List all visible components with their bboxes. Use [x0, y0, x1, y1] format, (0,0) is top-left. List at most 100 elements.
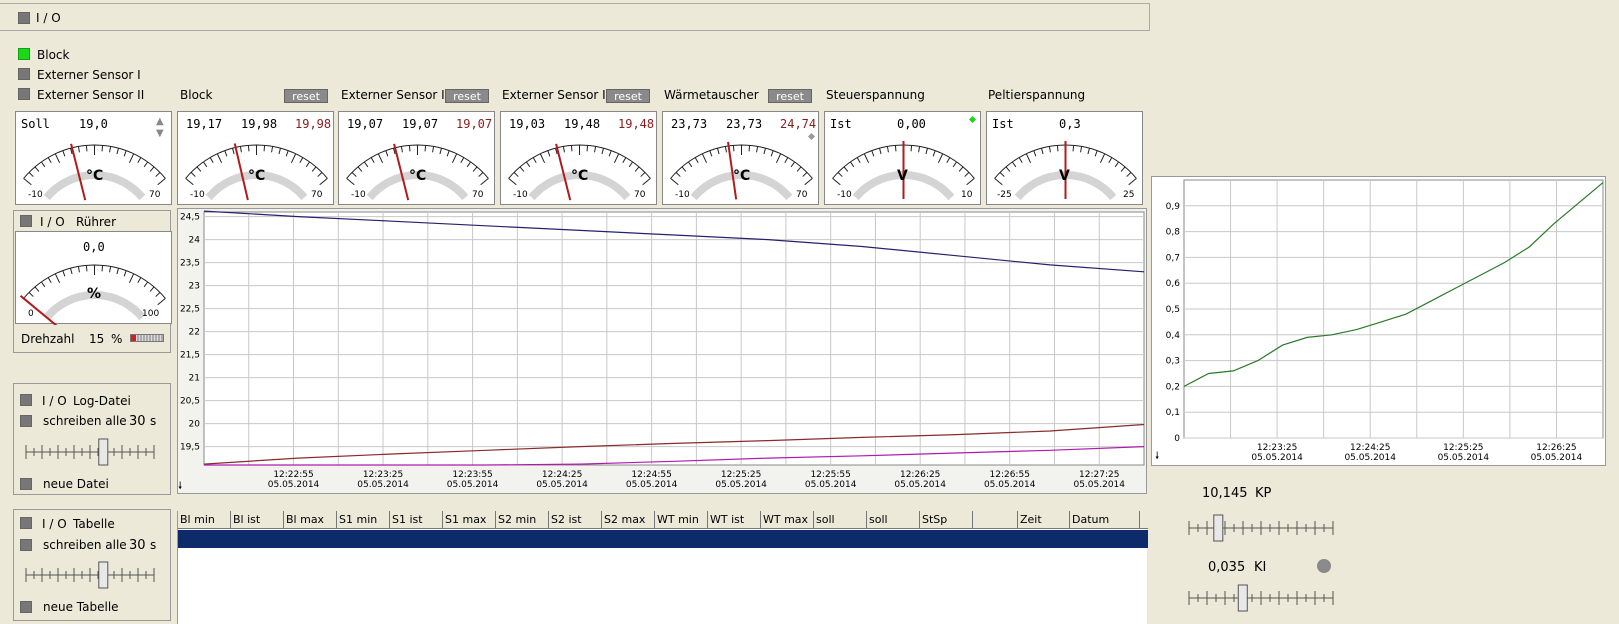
gauge-min-value: 19,03	[509, 117, 546, 131]
tabelle-schreiben-led[interactable]	[20, 539, 32, 551]
gauge-prefix: Ist	[830, 117, 852, 131]
table-column-header[interactable]: S2 max	[602, 511, 655, 528]
reset-button-block[interactable]: reset	[284, 89, 328, 103]
tabelle-io-led[interactable]	[20, 517, 32, 529]
gauge-tick	[116, 268, 119, 275]
log-interval-slider[interactable]	[22, 436, 158, 468]
y-tick-label: 0,1	[1166, 408, 1180, 418]
gauge-tick	[232, 148, 235, 155]
table-column-header[interactable]: StSp	[920, 511, 973, 528]
table-column-header[interactable]: S1 max	[443, 511, 496, 528]
y-tick-label: 23	[189, 282, 200, 292]
slider-thumb[interactable]	[1213, 514, 1224, 542]
table-column-header[interactable]: WT ist	[708, 511, 761, 528]
table-column-header[interactable]: WT max	[761, 511, 814, 528]
x-tick-label: 12:24:25	[542, 470, 582, 480]
gauge-wt: 23,73 23,73 24,74 °C -10 70	[662, 111, 819, 205]
x-tick-label: 12:26:25	[1536, 443, 1576, 453]
y-tick-label: 24	[189, 236, 201, 246]
table-row[interactable]	[178, 530, 1148, 548]
scroll-down-icon[interactable]: 🠗	[1155, 449, 1159, 466]
gauge-tick	[54, 273, 61, 284]
sensor-label-ext1: Externer Sensor I	[37, 68, 141, 82]
io-led[interactable]	[18, 12, 30, 24]
gauge-tick	[1108, 157, 1113, 163]
x-tick-date: 05.05.2014	[268, 480, 320, 490]
gauge-tick	[40, 281, 46, 288]
neue-datei-led[interactable]	[20, 478, 32, 490]
gauge-min: -10	[837, 190, 852, 200]
table-column-header[interactable]: S2 ist	[549, 511, 602, 528]
gauge-tick	[137, 157, 142, 163]
x-tick-label: 12:23:25	[1257, 443, 1297, 453]
table-column-header[interactable]: soll	[867, 511, 920, 528]
gauge-tick	[263, 145, 266, 152]
gauge-needle	[555, 143, 572, 201]
header-ext1: Externer Sensor I	[341, 88, 445, 102]
gauge-min-value: 19,07	[347, 117, 384, 131]
gauge-tick	[155, 292, 161, 297]
ki-label: KI	[1254, 560, 1267, 575]
gauge-tick	[62, 150, 66, 157]
spin-down-icon[interactable]: ▼	[156, 128, 164, 139]
gauge-tick	[519, 166, 525, 172]
gauge-tick	[1094, 150, 1098, 157]
gauge-tick	[311, 166, 317, 172]
table-column-header[interactable]: Bl max	[284, 511, 337, 528]
spin-up-icon[interactable]: ▲	[156, 116, 164, 127]
gauge-prefix: Ist	[992, 117, 1014, 131]
x-tick-date: 05.05.2014	[894, 480, 946, 490]
table-column-header[interactable]	[973, 511, 1018, 528]
tabelle-label: Tabelle	[73, 517, 115, 531]
slider-thumb[interactable]	[1237, 584, 1248, 612]
header-ext2: Externer Sensor II	[502, 88, 610, 102]
sensor-led-block[interactable]	[18, 48, 30, 60]
table-column-header[interactable]: WT min	[655, 511, 708, 528]
table-column-header[interactable]: Zeit	[1018, 511, 1070, 528]
reset-button-ext2[interactable]: reset	[606, 89, 650, 103]
kp-value: 10,145	[1202, 486, 1248, 501]
gauge-tick	[23, 177, 32, 186]
gauge-tick	[385, 150, 389, 157]
slider-thumb[interactable]	[98, 438, 109, 466]
gauge-tick	[946, 157, 951, 163]
gauge-tick	[351, 172, 357, 177]
sensor-led-ext1[interactable]	[18, 68, 30, 80]
table-column-header[interactable]: Bl ist	[231, 511, 284, 528]
gauge-unit: °C	[86, 168, 104, 184]
gauge-value: 0,0	[83, 240, 105, 254]
tabelle-interval-slider[interactable]	[22, 559, 158, 591]
gauge-tick	[594, 146, 597, 153]
gauge-tick	[925, 148, 928, 155]
sensor-led-ext2[interactable]	[18, 88, 30, 100]
log-io-led[interactable]	[20, 394, 32, 406]
ruehrer-io-led[interactable]	[20, 215, 32, 227]
scroll-down-icon[interactable]: 🠗	[178, 479, 182, 496]
table-column-header[interactable]: S1 ist	[390, 511, 443, 528]
gauge-tick	[790, 161, 796, 168]
ki-slider[interactable]	[1185, 582, 1337, 612]
neue-tabelle-led[interactable]	[20, 601, 32, 613]
gauge-tick	[370, 157, 375, 163]
table-column-header[interactable]: Bl min	[178, 511, 231, 528]
gauge-tick	[694, 157, 699, 163]
gauge-tick	[1087, 148, 1090, 155]
gauge-tick	[763, 148, 766, 155]
table-column-header[interactable]: S1 min	[337, 511, 390, 528]
gauge-tick	[460, 157, 465, 163]
table-column-header[interactable]: Datum	[1070, 511, 1140, 528]
kp-slider[interactable]	[1185, 512, 1337, 542]
table-column-header[interactable]: S2 min	[496, 511, 549, 528]
gauge-max-value: 19,07	[456, 117, 493, 131]
drehzahl-bar	[130, 334, 164, 342]
slider-thumb[interactable]	[98, 561, 109, 589]
reset-button-wt[interactable]: reset	[768, 89, 812, 103]
reset-button-ext1[interactable]: reset	[445, 89, 489, 103]
gauge-max-value: 19,98	[295, 117, 332, 131]
header-wt: Wärmetauscher	[664, 88, 759, 102]
table-column-header[interactable]: soll	[814, 511, 867, 528]
gauge-unit: %	[87, 286, 102, 302]
gauge-tick	[863, 153, 870, 164]
header-block: Block	[180, 88, 213, 102]
log-schreiben-led[interactable]	[20, 415, 32, 427]
